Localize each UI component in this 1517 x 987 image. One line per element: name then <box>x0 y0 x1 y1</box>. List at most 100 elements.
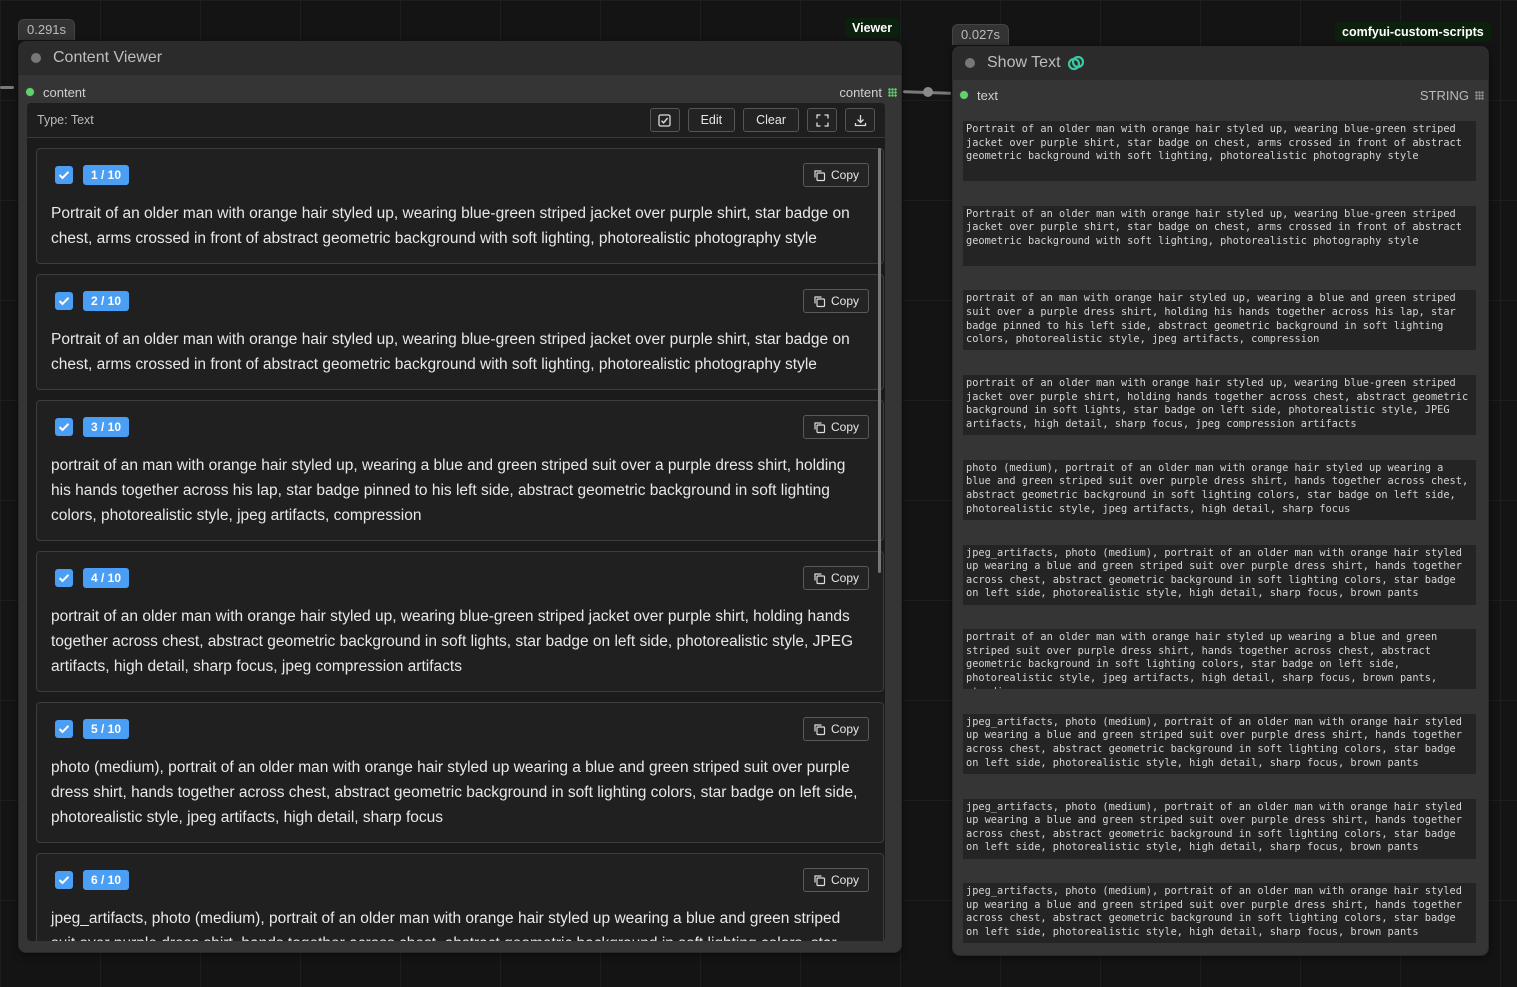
item-checkbox[interactable] <box>55 871 73 889</box>
item-index-badge: 5 / 10 <box>83 719 130 739</box>
type-label: Type: Text <box>37 113 94 127</box>
check-icon <box>58 297 70 306</box>
card-header: 5 / 10 <box>37 703 883 755</box>
slot-row: content content <box>19 81 901 103</box>
node-header[interactable]: Show Text <box>953 47 1488 80</box>
edit-button[interactable]: Edit <box>687 108 736 132</box>
copy-label: Copy <box>830 420 859 434</box>
item-text: portrait of an older man with orange hai… <box>51 608 854 675</box>
copy-icon <box>814 169 826 181</box>
showtext-exec-time: 0.027s <box>952 24 1010 45</box>
card-header: 3 / 10 <box>37 401 883 453</box>
text-output-box[interactable]: jpeg_artifacts, photo (medium), portrait… <box>963 883 1476 944</box>
check-icon <box>58 876 70 885</box>
text-output-box[interactable]: portrait of an older man with orange hai… <box>963 375 1476 436</box>
item-index-badge: 6 / 10 <box>83 870 130 890</box>
node-title: Content Viewer <box>53 49 163 66</box>
copy-button[interactable]: Copy <box>802 868 869 892</box>
fullscreen-button[interactable] <box>807 108 837 132</box>
input-label: content <box>43 84 86 100</box>
item-text: portrait of an man with orange hair styl… <box>51 457 846 524</box>
content-card: 2 / 10 Copy Portrait of an older man with … <box>36 274 884 390</box>
output-slot[interactable] <box>1475 90 1484 100</box>
copy-icon <box>814 723 826 735</box>
select-all-button[interactable] <box>649 108 680 132</box>
text-output-box[interactable]: jpeg_artifacts, photo (medium), portrait… <box>963 798 1476 859</box>
text-output-box[interactable]: jpeg_artifacts, photo (medium), portrait… <box>963 713 1476 774</box>
card-header: 1 / 10 <box>37 149 883 201</box>
collapse-dot[interactable] <box>31 53 41 63</box>
input-slot[interactable] <box>959 90 969 100</box>
item-checkbox[interactable] <box>55 418 73 436</box>
text-output-box[interactable]: Portrait of an older man with orange hai… <box>963 121 1476 181</box>
copy-button[interactable]: Copy <box>802 163 869 187</box>
text-output-box[interactable]: portrait of an older man with orange hai… <box>963 629 1476 690</box>
card-header: 2 / 10 <box>37 275 883 327</box>
copy-button[interactable]: Copy <box>802 415 869 439</box>
item-checkbox[interactable] <box>55 166 73 184</box>
show-text-node[interactable]: Show Text text STRING Portrait of an old… <box>952 46 1489 956</box>
check-icon <box>58 574 70 583</box>
copy-icon <box>814 572 826 584</box>
item-index-badge: 1 / 10 <box>83 165 130 185</box>
clear-button[interactable]: Clear <box>743 108 799 132</box>
node-header[interactable]: Content Viewer <box>19 42 901 75</box>
fullscreen-icon <box>815 113 829 127</box>
item-index-badge: 2 / 10 <box>83 291 130 311</box>
copy-label: Copy <box>830 873 859 887</box>
copy-label: Copy <box>830 294 859 308</box>
content-card: 1 / 10 Copy Portrait of an older man with … <box>36 148 884 264</box>
content-card: 6 / 10 Copy jpeg_artifacts, photo (medium)… <box>36 853 884 941</box>
text-output-box[interactable]: Portrait of an older man with orange hai… <box>963 205 1476 266</box>
item-text: Portrait of an older man with orange hai… <box>51 205 850 247</box>
output-label: content <box>839 84 882 100</box>
card-header: 6 / 10 <box>37 854 883 906</box>
copy-label: Copy <box>830 571 859 585</box>
card-header: 4 / 10 <box>37 552 883 604</box>
viewer-panel: Type: Text Edit Clear 1 / 10 Copy Portrait… <box>27 103 885 941</box>
checkbox-icon <box>658 113 671 127</box>
showtext-node-tag: comfyui-custom-scripts <box>1335 22 1491 42</box>
node-title: Show Text <box>987 54 1061 71</box>
viewer-scrollbar[interactable] <box>878 148 881 573</box>
text-output-box[interactable]: portrait of an man with orange hair styl… <box>963 290 1476 351</box>
copy-button[interactable]: Copy <box>802 566 869 590</box>
content-list: 1 / 10 Copy Portrait of an older man with … <box>36 148 884 941</box>
copy-icon <box>814 874 826 886</box>
incoming-wire <box>0 86 14 89</box>
viewer-toolbar: Type: Text Edit Clear <box>27 103 885 138</box>
viewer-exec-time: 0.291s <box>18 19 76 40</box>
item-index-badge: 4 / 10 <box>83 568 130 588</box>
copy-label: Copy <box>830 722 859 736</box>
link-icon <box>1067 55 1084 71</box>
output-label: STRING <box>1419 87 1469 103</box>
text-output-box[interactable]: jpeg_artifacts, photo (medium), portrait… <box>963 544 1476 605</box>
content-card: 5 / 10 Copy photo (medium), portrait of an… <box>36 702 884 843</box>
content-card: 4 / 10 Copy portrait of an older man with … <box>36 551 884 692</box>
check-icon <box>58 725 70 734</box>
check-icon <box>58 171 70 180</box>
item-text: Portrait of an older man with orange hai… <box>51 331 850 373</box>
copy-icon <box>814 421 826 433</box>
content-card: 3 / 10 Copy portrait of an man with orange… <box>36 400 884 541</box>
copy-button[interactable]: Copy <box>802 289 869 313</box>
item-text: jpeg_artifacts, photo (medium), portrait… <box>51 910 841 941</box>
input-slot[interactable] <box>25 87 35 97</box>
download-button[interactable] <box>845 108 875 132</box>
item-checkbox[interactable] <box>55 292 73 310</box>
item-checkbox[interactable] <box>55 569 73 587</box>
output-slot[interactable] <box>888 87 897 97</box>
check-icon <box>58 423 70 432</box>
collapse-dot[interactable] <box>965 58 975 68</box>
copy-button[interactable]: Copy <box>802 717 869 741</box>
input-label: text <box>977 87 998 103</box>
copy-icon <box>814 295 826 307</box>
wire-reroute-knob[interactable] <box>923 87 933 97</box>
item-checkbox[interactable] <box>55 720 73 738</box>
item-text: photo (medium), portrait of an older man… <box>51 759 858 826</box>
viewer-node-tag: Viewer <box>845 18 900 38</box>
content-viewer-node[interactable]: Content Viewer content content Type: Tex… <box>18 41 902 953</box>
text-output-box[interactable]: photo (medium), portrait of an older man… <box>963 459 1476 520</box>
slot-row: text STRING <box>953 84 1488 106</box>
item-index-badge: 3 / 10 <box>83 417 130 437</box>
